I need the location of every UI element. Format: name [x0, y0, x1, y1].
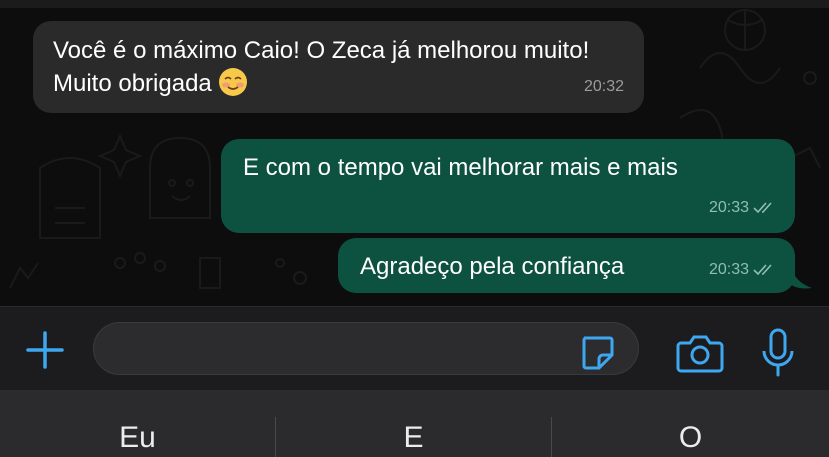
suggestion-word[interactable]: Eu	[0, 390, 275, 457]
message-time: 20:32	[583, 78, 624, 95]
message-text: Você é o máximo Caio! O Zeca já melhorou…	[53, 37, 590, 97]
message-incoming[interactable]: Você é o máximo Caio! O Zeca já melhorou…	[33, 21, 644, 113]
smiling-face-with-blush-icon	[218, 68, 247, 96]
message-outgoing[interactable]: Agradeço pela confiança 20:33	[338, 238, 795, 293]
message-time: 20:33	[708, 261, 749, 278]
message-meta: 20:33	[709, 253, 775, 286]
suggestion-word[interactable]: E	[276, 390, 551, 457]
double-check-icon	[753, 201, 772, 213]
bubble-tail	[790, 264, 812, 289]
message-input[interactable]	[93, 322, 639, 375]
message-text: Agradeço pela confiança	[360, 253, 625, 280]
camera-icon[interactable]	[676, 333, 724, 373]
message-outgoing[interactable]: E com o tempo vai melhorar mais e mais 2…	[221, 139, 795, 233]
double-check-icon	[753, 263, 772, 275]
microphone-icon[interactable]	[760, 327, 796, 379]
suggestion-word[interactable]: O	[552, 390, 829, 457]
keyboard-suggestions-bar: Eu E O	[0, 390, 829, 457]
chat-area[interactable]: Você é o máximo Caio! O Zeca já melhorou…	[0, 8, 829, 306]
top-strip	[0, 0, 829, 8]
message-composer	[0, 306, 829, 391]
message-time: 20:33	[708, 199, 749, 216]
message-text: E com o tempo vai melhorar mais e mais	[243, 154, 678, 181]
sticker-icon[interactable]	[578, 334, 616, 372]
message-meta: 20:33	[709, 191, 775, 224]
plus-icon[interactable]	[24, 329, 66, 371]
